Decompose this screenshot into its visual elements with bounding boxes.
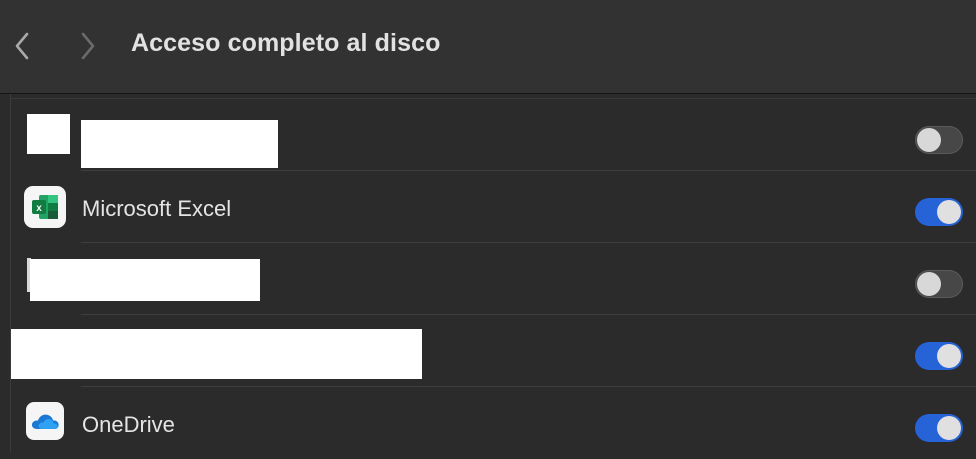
page-title: Acceso completo al disco <box>131 29 441 57</box>
toggle-knob <box>937 416 961 440</box>
divider <box>81 170 976 171</box>
redacted-app-icon <box>27 114 70 154</box>
divider <box>11 98 976 99</box>
toggle-knob <box>917 128 941 152</box>
microsoft-excel-icon: x <box>24 186 66 228</box>
redacted-app-name <box>81 120 278 168</box>
access-toggle[interactable] <box>915 270 963 298</box>
access-toggle[interactable] <box>915 414 963 442</box>
app-name: OneDrive <box>82 412 175 437</box>
toggle-knob <box>917 272 941 296</box>
divider <box>81 314 976 315</box>
toolbar: Acceso completo al disco <box>0 0 976 94</box>
redacted-app-name <box>11 329 422 379</box>
app-name: Microsoft Excel <box>82 196 232 221</box>
chevron-right-icon <box>81 32 95 60</box>
onedrive-icon <box>26 402 64 440</box>
list-item: OneDrive <box>11 388 976 459</box>
access-toggle[interactable] <box>915 126 963 154</box>
forward-button[interactable] <box>76 28 100 64</box>
toggle-knob <box>937 200 961 224</box>
divider <box>81 386 976 387</box>
redacted-app-name <box>30 259 260 301</box>
list-item <box>11 100 976 171</box>
back-button[interactable] <box>10 28 34 64</box>
chevron-left-icon <box>15 32 29 60</box>
divider <box>81 242 976 243</box>
access-toggle[interactable] <box>915 198 963 226</box>
list-item <box>11 244 976 315</box>
access-toggle[interactable] <box>915 342 963 370</box>
app-permission-list: x Microsoft Excel OneDrive <box>10 94 976 453</box>
toggle-knob <box>937 344 961 368</box>
list-item: x Microsoft Excel <box>11 172 976 243</box>
list-item <box>11 316 976 387</box>
svg-text:x: x <box>36 203 42 214</box>
